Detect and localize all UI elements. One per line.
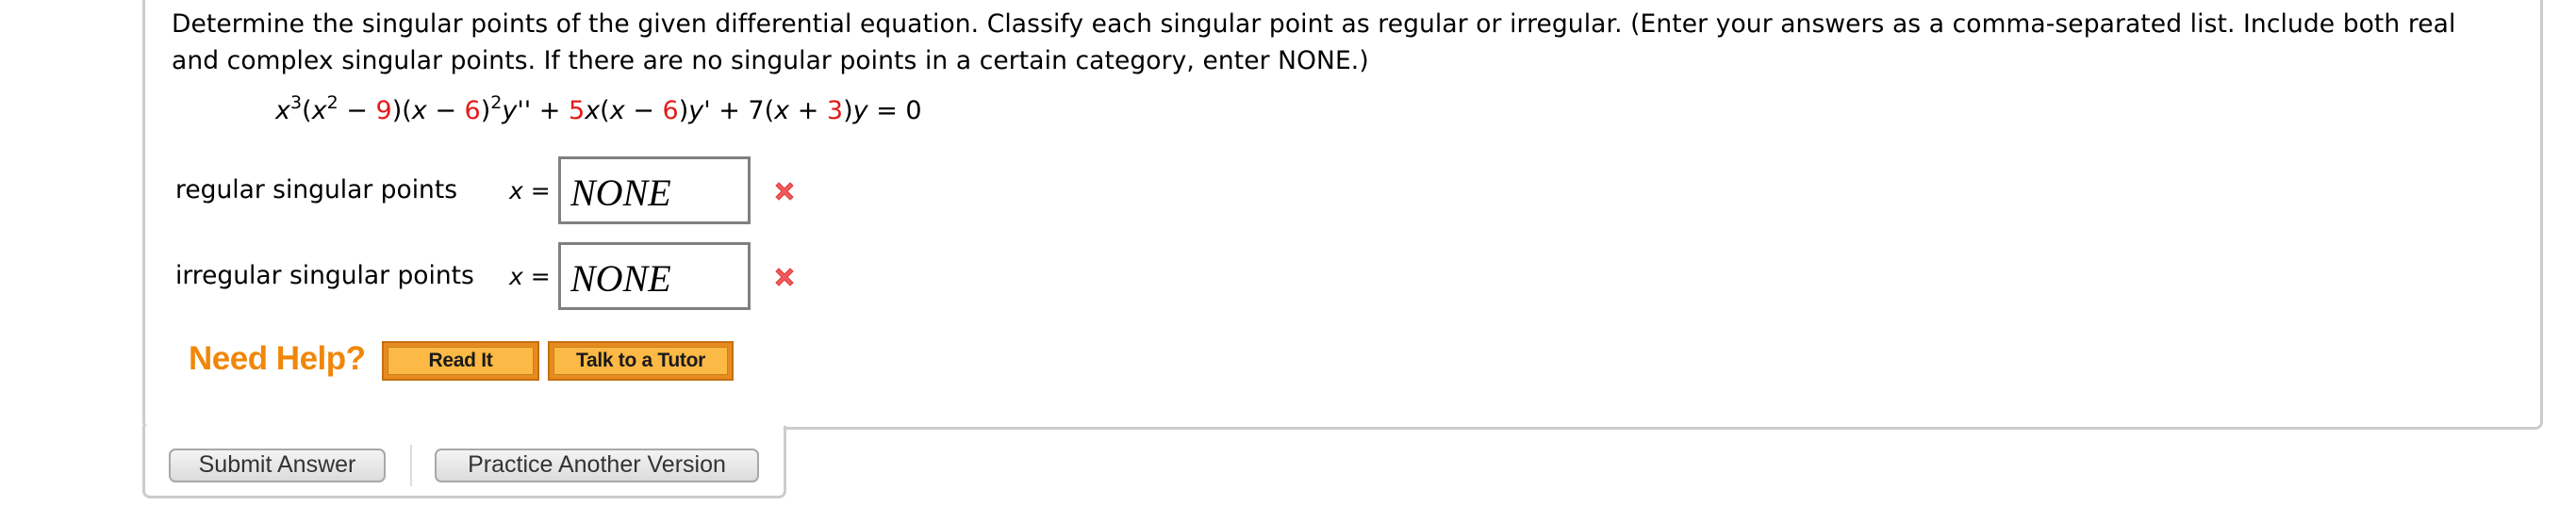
eq-exponent: 2 — [326, 92, 339, 113]
eq-coefficient: 5 — [569, 96, 586, 125]
eq-term: x — [774, 96, 790, 125]
eq-term: + — [531, 96, 569, 125]
read-it-label: Read It — [388, 347, 534, 375]
eq-exponent: 2 — [490, 92, 503, 113]
talk-to-tutor-button[interactable]: Talk to a Tutor — [548, 341, 734, 381]
eq-term: x — [585, 96, 601, 125]
eq-term: + — [789, 96, 827, 125]
eq-term: − — [426, 96, 465, 125]
eq-exponent: 3 — [289, 92, 303, 113]
incorrect-x-icon — [775, 182, 794, 201]
eq-term: y — [852, 96, 868, 125]
eq-coefficient: 9 — [375, 96, 392, 125]
eq-term: )( — [391, 96, 412, 125]
read-it-button[interactable]: Read It — [382, 341, 539, 381]
eq-term: x — [275, 96, 290, 125]
talk-to-tutor-label: Talk to a Tutor — [553, 347, 728, 375]
eq-term: y' — [688, 96, 711, 125]
eq-term: = 0 — [867, 96, 922, 125]
variable-label: x = — [509, 263, 551, 290]
equals-sign: = — [522, 177, 551, 204]
eq-term: x — [311, 96, 327, 125]
variable: x — [509, 177, 523, 204]
equals-sign: = — [522, 263, 551, 290]
eq-term: y'' — [502, 96, 532, 125]
practice-another-version-button[interactable]: Practice Another Version — [435, 449, 759, 482]
question-instructions: Determine the singular points of the giv… — [172, 9, 2456, 75]
eq-term: ) — [678, 96, 689, 125]
answer-label: regular singular points — [175, 175, 458, 204]
variable-label: x = — [509, 177, 551, 204]
need-help-label: Need Help? — [189, 340, 366, 377]
regular-singular-points-input[interactable] — [558, 156, 751, 224]
eq-term: ( — [302, 96, 312, 125]
eq-term: ( — [600, 96, 610, 125]
answer-label: irregular singular points — [175, 261, 474, 290]
eq-term: − — [338, 96, 376, 125]
eq-coefficient: 3 — [826, 96, 844, 125]
submit-answer-button[interactable]: Submit Answer — [169, 449, 386, 482]
footer-divider — [410, 445, 412, 486]
eq-term: + 7( — [710, 96, 775, 125]
eq-coefficient: 6 — [662, 96, 679, 125]
differential-equation: x3(x2 − 9)(x − 6)2y'' + 5x(x − 6)y' + 7(… — [275, 94, 922, 126]
eq-term: − — [624, 96, 663, 125]
eq-term: x — [411, 96, 427, 125]
eq-coefficient: 6 — [464, 96, 481, 125]
incorrect-x-icon — [775, 268, 794, 286]
variable: x — [509, 263, 523, 290]
eq-term: ) — [480, 96, 491, 125]
eq-term: x — [609, 96, 625, 125]
eq-term: ) — [843, 96, 853, 125]
irregular-singular-points-input[interactable] — [558, 242, 751, 310]
